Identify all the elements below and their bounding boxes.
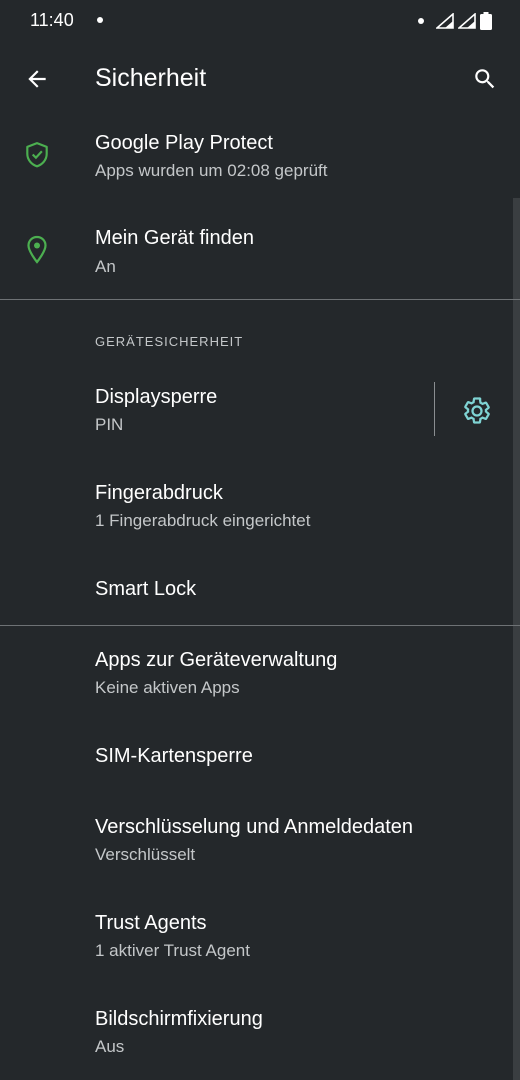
item-title: Fingerabdruck bbox=[95, 482, 223, 504]
item-title: SIM-Kartensperre bbox=[95, 745, 253, 767]
item-title: Verschlüsselung und Anmeldedaten bbox=[95, 816, 414, 838]
divider bbox=[0, 299, 520, 300]
list-item-find-my-device[interactable]: Mein Gerät finden An bbox=[0, 213, 520, 295]
item-summary: 1 aktiver Trust Agent bbox=[95, 941, 250, 960]
list-item-trust-agents[interactable]: Trust Agents 1 aktiver Trust Agent bbox=[0, 898, 520, 980]
list-item-smart-lock[interactable]: Smart Lock bbox=[0, 556, 520, 622]
screen-lock-settings-button[interactable] bbox=[460, 394, 494, 428]
signal-icon bbox=[436, 13, 454, 29]
item-title: Displaysperre bbox=[95, 386, 218, 408]
item-summary: Verschlüsselt bbox=[95, 845, 196, 864]
arrow-back-icon bbox=[28, 70, 46, 88]
list-item-encryption[interactable]: Verschlüsselung und Anmeldedaten Verschl… bbox=[0, 802, 520, 884]
section-header-device-security: GERÄTESICHERHEIT bbox=[95, 334, 244, 349]
search-icon bbox=[475, 69, 495, 89]
item-summary: Keine aktiven Apps bbox=[95, 678, 240, 697]
item-title: Trust Agents bbox=[95, 912, 207, 934]
item-summary: Aus bbox=[95, 1037, 125, 1056]
vertical-separator bbox=[434, 382, 435, 436]
item-title: Google Play Protect bbox=[95, 132, 273, 154]
shield-check-icon bbox=[26, 142, 48, 168]
list-item-fingerprint[interactable]: Fingerabdruck 1 Fingerabdruck eingericht… bbox=[0, 468, 520, 548]
item-summary: Apps wurden um 02:08 geprüft bbox=[95, 161, 328, 180]
item-title: Mein Gerät finden bbox=[95, 227, 254, 249]
signal-icon-2 bbox=[458, 13, 476, 29]
status-icons bbox=[418, 11, 492, 31]
icon-wrapper bbox=[22, 140, 52, 170]
list-item-google-play-protect[interactable]: Google Play Protect Apps wurden um 02:08… bbox=[0, 118, 520, 200]
item-title: Smart Lock bbox=[95, 578, 197, 600]
divider bbox=[0, 625, 520, 626]
icon-wrapper bbox=[22, 235, 52, 265]
location-pin-icon bbox=[27, 235, 47, 264]
notification-dot-icon bbox=[97, 17, 103, 23]
app-bar: Sicherheit bbox=[0, 42, 520, 118]
item-title: Apps zur Geräteverwaltung bbox=[95, 649, 338, 671]
item-summary: An bbox=[95, 257, 116, 276]
battery-icon bbox=[480, 12, 492, 30]
item-summary: PIN bbox=[95, 415, 124, 434]
list-item-screen-pinning[interactable]: Bildschirmfixierung Aus bbox=[0, 994, 520, 1076]
item-summary: 1 Fingerabdruck eingerichtet bbox=[95, 511, 311, 530]
gear-icon bbox=[464, 397, 490, 424]
status-dot-icon bbox=[418, 18, 424, 24]
page-title: Sicherheit bbox=[95, 64, 207, 92]
list-item-screen-lock[interactable]: Displaysperre PIN bbox=[0, 372, 520, 452]
item-title: Bildschirmfixierung bbox=[95, 1008, 263, 1030]
status-time: 11:40 bbox=[30, 10, 74, 30]
list-item-sim-lock[interactable]: SIM-Kartensperre bbox=[0, 722, 520, 792]
status-bar: 11:40 bbox=[0, 0, 520, 42]
search-button[interactable] bbox=[470, 64, 500, 94]
list-item-device-admin-apps[interactable]: Apps zur Geräteverwaltung Keine aktiven … bbox=[0, 635, 520, 717]
back-button[interactable] bbox=[22, 64, 52, 94]
